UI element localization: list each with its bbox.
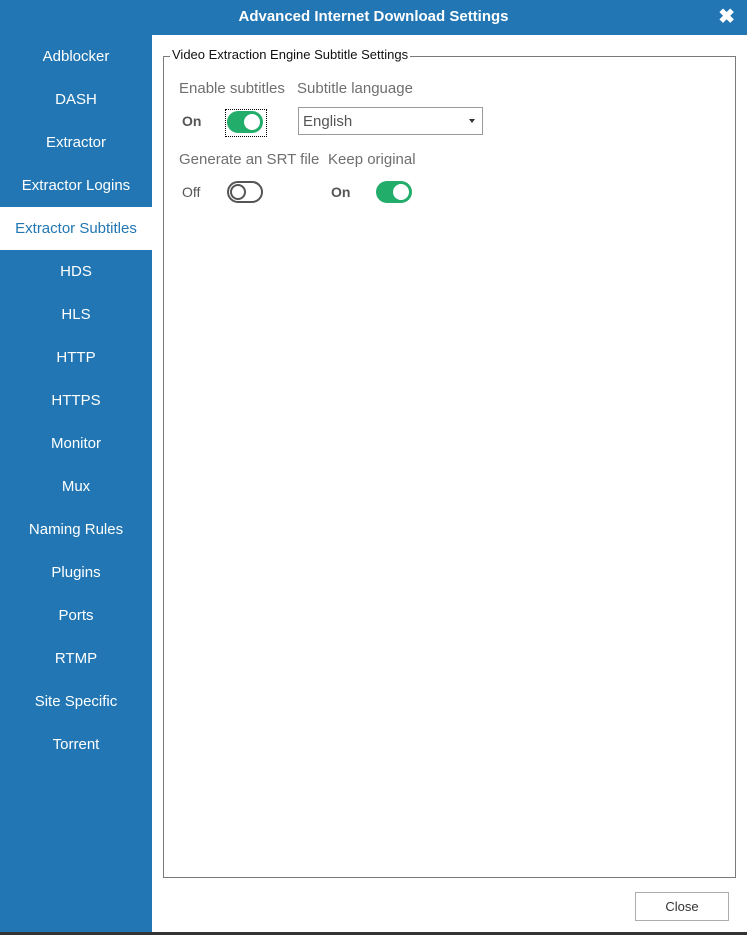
keep-original-toggle[interactable] (376, 181, 412, 203)
sidebar-item-naming-rules[interactable]: Naming Rules (0, 508, 152, 551)
sidebar-item-hds[interactable]: HDS (0, 250, 152, 293)
toggle-knob (244, 114, 260, 130)
subtitle-language-value: English (303, 113, 353, 130)
sidebar-item-hls[interactable]: HLS (0, 293, 152, 336)
sidebar-item-plugins[interactable]: Plugins (0, 551, 152, 594)
keep-original-label: Keep original (328, 151, 416, 168)
group-title: Video Extraction Engine Subtitle Setting… (170, 47, 411, 62)
enable-subtitles-toggle[interactable] (227, 111, 263, 133)
sidebar-item-mux[interactable]: Mux (0, 465, 152, 508)
subtitle-language-select[interactable]: English (298, 107, 483, 135)
sidebar-item-extractor[interactable]: Extractor (0, 121, 152, 164)
sidebar-item-extractor-logins[interactable]: Extractor Logins (0, 164, 152, 207)
enable-subtitles-label: Enable subtitles (179, 80, 285, 97)
enable-subtitles-state: On (182, 113, 202, 129)
subtitle-language-label: Subtitle language (297, 80, 413, 97)
subtitle-settings-group: Video Extraction Engine Subtitle Setting… (163, 47, 736, 878)
close-x-icon[interactable]: ✖ (718, 4, 735, 29)
sidebar-item-monitor[interactable]: Monitor (0, 422, 152, 465)
window-title: Advanced Internet Download Settings (238, 8, 509, 25)
sidebar-item-extractor-subtitles[interactable]: Extractor Subtitles (0, 207, 152, 250)
generate-srt-label: Generate an SRT file (179, 151, 320, 168)
sidebar-item-dash[interactable]: DASH (0, 78, 152, 121)
close-button[interactable]: Close (635, 892, 729, 921)
sidebar-item-torrent[interactable]: Torrent (0, 723, 152, 766)
sidebar-item-https[interactable]: HTTPS (0, 379, 152, 422)
toggle-knob (393, 184, 409, 200)
sidebar-item-rtmp[interactable]: RTMP (0, 637, 152, 680)
toggle-knob (230, 184, 246, 200)
generate-srt-toggle[interactable] (227, 181, 263, 203)
sidebar-item-site-specific[interactable]: Site Specific (0, 680, 152, 723)
keep-original-state: On (331, 184, 351, 200)
chevron-down-icon (469, 119, 475, 123)
generate-srt-state: Off (182, 184, 201, 200)
sidebar-item-http[interactable]: HTTP (0, 336, 152, 379)
content-panel: Video Extraction Engine Subtitle Setting… (152, 35, 747, 933)
sidebar-item-ports[interactable]: Ports (0, 594, 152, 637)
sidebar-item-adblocker[interactable]: Adblocker (0, 35, 152, 78)
title-bar: Advanced Internet Download Settings ✖ (0, 0, 747, 35)
sidebar: Adblocker DASH Extractor Extractor Logins Ex… (0, 35, 152, 933)
